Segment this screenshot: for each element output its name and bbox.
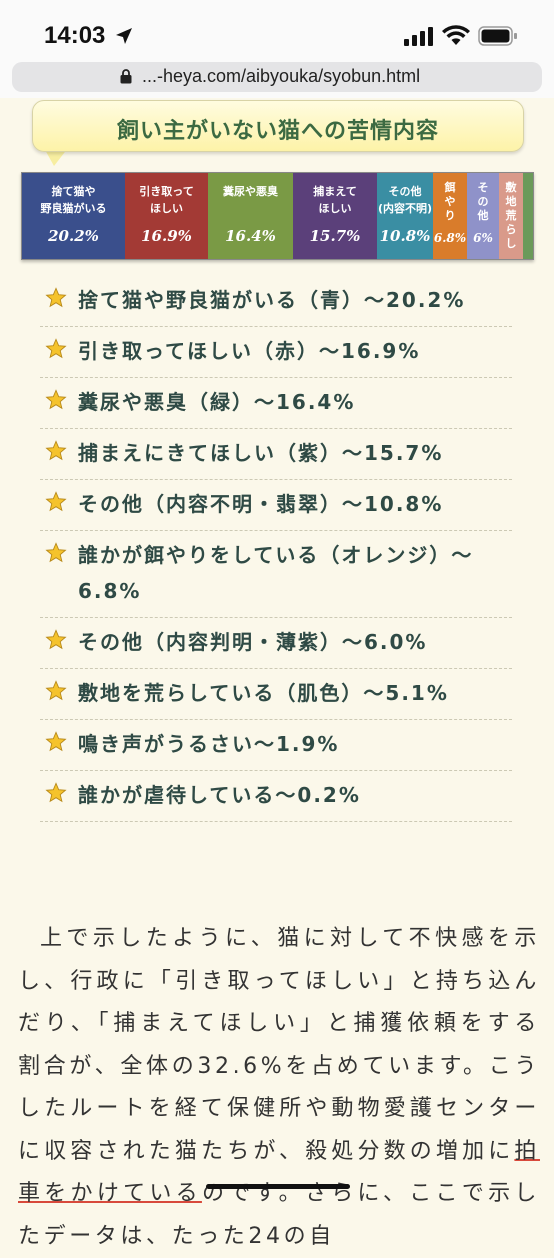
chart-segment-label: 糞尿や悪臭 xyxy=(208,183,293,200)
chart-data-label: 16.9% xyxy=(141,227,192,245)
star-icon xyxy=(45,731,67,752)
chart-segment-label: 敷地荒らし xyxy=(499,181,523,251)
list-item: 糞尿や悪臭（緑）〜16.4% xyxy=(40,378,512,429)
chart-data-label: 6.8% xyxy=(433,231,467,245)
list-item-text: 敷地を荒らしている（肌色）〜5.1% xyxy=(78,681,449,705)
chart-label-line: 他 xyxy=(477,209,489,222)
chart-label-line: そ xyxy=(477,181,489,194)
section-title: 飼い主がいない猫への苦情内容 xyxy=(116,119,439,144)
chart-data-label: 10.8% xyxy=(379,227,431,245)
address-bar[interactable]: ...-heya.com/aibyouka/syobun.html xyxy=(12,62,542,92)
chart-label-line: 捕まえて xyxy=(313,185,357,198)
star-icon xyxy=(45,542,67,563)
chart-data-label: 20.2% xyxy=(48,227,99,245)
list-item: その他（内容不明・翡翠）〜10.8% xyxy=(40,480,512,531)
list-item-text: その他（内容判明・薄紫）〜6.0% xyxy=(78,630,428,654)
chart-segment: 敷地荒らし xyxy=(499,173,523,259)
chart-label-line: 荒 xyxy=(505,209,517,222)
chart-label-line: 地 xyxy=(505,195,517,208)
star-icon xyxy=(45,491,67,512)
chart-data-label: 15.7% xyxy=(309,227,361,245)
chart-label-line: り xyxy=(444,209,456,222)
list-item: 鳴き声がうるさい〜1.9% xyxy=(40,720,512,771)
browser-toolbar: ...-heya.com/aibyouka/syobun.html xyxy=(0,62,554,98)
list-item: 捨て猫や野良猫がいる（青）〜20.2% xyxy=(40,276,512,327)
star-icon xyxy=(45,680,67,701)
chart-label-line: ほしい xyxy=(150,202,183,215)
chart-segment-label: 餌やり xyxy=(433,181,467,223)
list-item-text: 誰かが餌やりをしている（オレンジ）〜6.8% xyxy=(78,543,474,603)
star-icon xyxy=(45,389,67,410)
chart-segment: その他 (内容不明) 10.8% xyxy=(377,173,433,259)
complaint-list: 捨て猫や野良猫がいる（青）〜20.2% 引き取ってほしい（赤）〜16.9% 糞尿や悪… xyxy=(40,276,512,822)
star-icon xyxy=(45,629,67,650)
star-icon xyxy=(45,440,67,461)
chart-label-line: 餌 xyxy=(444,181,456,194)
list-item-text: 捨て猫や野良猫がいる（青）〜20.2% xyxy=(78,288,466,312)
chart-label-line: し xyxy=(505,237,517,250)
chart-segment-label: 引き取って ほしい xyxy=(125,183,208,217)
chart-label-line: ほしい xyxy=(318,202,352,215)
status-time: 14:03 xyxy=(44,22,106,49)
lock-icon xyxy=(120,69,132,84)
list-item-text: 鳴き声がうるさい〜1.9% xyxy=(78,732,340,756)
chart-segment: 捕まえてほしい 15.7% xyxy=(293,173,377,259)
star-icon xyxy=(45,287,67,308)
location-arrow-icon xyxy=(116,28,132,44)
list-item: その他（内容判明・薄紫）〜6.0% xyxy=(40,618,512,669)
chart-segment: 糞尿や悪臭 16.4% xyxy=(208,173,293,259)
list-item: 引き取ってほしい（赤）〜16.9% xyxy=(40,327,512,378)
chart-label-line: の xyxy=(477,195,489,208)
chart-segment: その他 6% xyxy=(467,173,499,259)
list-item-text: 引き取ってほしい（赤）〜16.9% xyxy=(78,339,421,363)
home-indicator xyxy=(206,1184,350,1189)
chart-segment-label: 捕まえて ほしい xyxy=(293,183,377,217)
star-icon xyxy=(45,782,67,803)
list-item: 敷地を荒らしている（肌色）〜5.1% xyxy=(40,669,512,720)
chart-label-line: 糞尿や悪臭 xyxy=(223,185,278,198)
list-item: 誰かが餌やりをしている（オレンジ）〜6.8% xyxy=(40,531,512,618)
chart-segment-label: その他 (内容不明) xyxy=(377,183,433,217)
list-item: 捕まえにきてほしい（紫）〜15.7% xyxy=(40,429,512,480)
star-icon xyxy=(45,338,67,359)
chart-label-line: その他 xyxy=(388,185,422,198)
chart-data-label: 16.4% xyxy=(225,227,276,245)
chart-segment-label: 捨て猫や野良猫がいる xyxy=(22,183,125,217)
wifi-icon xyxy=(442,25,470,45)
list-item-text: 誰かが虐待している〜0.2% xyxy=(78,783,361,807)
cellular-signal-icon xyxy=(404,27,433,46)
list-item-text: 捕まえにきてほしい（紫）〜15.7% xyxy=(78,441,444,465)
list-item: 誰かが虐待している〜0.2% xyxy=(40,771,512,822)
chart-data-label: 6% xyxy=(473,231,493,245)
chart-segment-label: その他 xyxy=(467,181,499,223)
chart-segment: 捨て猫や野良猫がいる 20.2% xyxy=(22,173,125,259)
chart-label-line: 敷 xyxy=(505,181,517,194)
paragraph-text-1: 上で示したように、猫に対して不快感を示し、行政に「引き取ってほしい」と持ち込んだ… xyxy=(18,926,540,1164)
chart-label-line: や xyxy=(444,195,456,208)
chart-label-line: 野良猫がいる xyxy=(40,202,107,215)
list-item-text: その他（内容不明・翡翠）〜10.8% xyxy=(78,492,444,516)
list-item-text: 糞尿や悪臭（緑）〜16.4% xyxy=(78,390,356,414)
battery-icon xyxy=(478,26,517,46)
chart-label-line: 捨て猫や xyxy=(51,185,96,198)
status-bar: 14:03 xyxy=(0,0,554,62)
body-paragraph: 上で示したように、猫に対して不快感を示し、行政に「引き取ってほしい」と持ち込んだ… xyxy=(18,918,540,1258)
chart-segment xyxy=(523,173,533,259)
chart-label-line: (内容不明) xyxy=(377,202,433,215)
chart-label-line: 引き取って xyxy=(139,185,194,198)
url-text: ...-heya.com/aibyouka/syobun.html xyxy=(142,66,421,86)
chart-segment: 餌やり 6.8% xyxy=(433,173,467,259)
chart-segment: 引き取ってほしい 16.9% xyxy=(125,173,208,259)
title-bubble: 飼い主がいない猫への苦情内容 xyxy=(32,100,524,152)
chart-label-line: ら xyxy=(505,223,517,236)
complaint-stacked-bar-chart: 捨て猫や野良猫がいる 20.2% 引き取ってほしい 16.9% 糞尿や悪臭 16.4% 捕ま… xyxy=(21,172,534,260)
